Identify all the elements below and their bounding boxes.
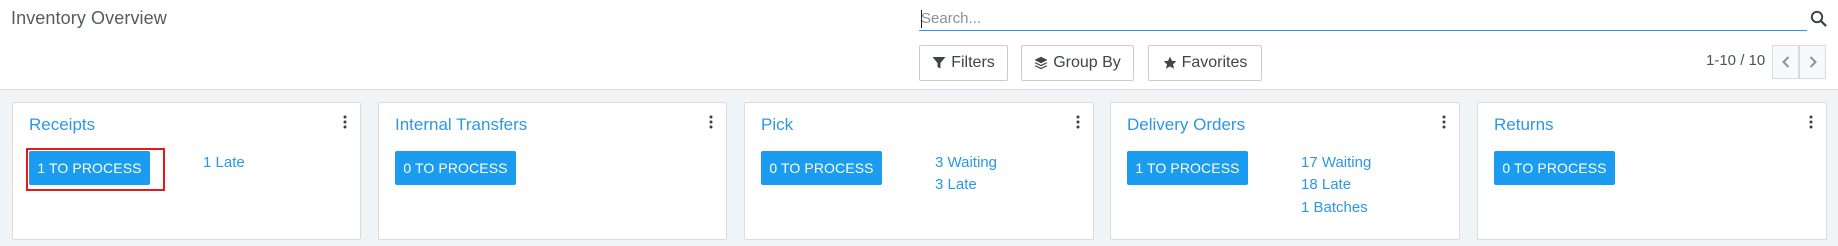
pager-next-button[interactable]: [1799, 45, 1826, 79]
waiting-link[interactable]: 17 Waiting: [1301, 154, 1371, 171]
chevron-right-icon: [1809, 56, 1817, 68]
card-title[interactable]: Returns: [1494, 115, 1554, 135]
card-title[interactable]: Delivery Orders: [1127, 115, 1245, 135]
card-pick: Pick 0 TO PROCESS 3 Waiting 3 Late: [744, 102, 1094, 240]
favorites-button[interactable]: Favorites: [1148, 45, 1262, 81]
search-icon[interactable]: [1810, 10, 1827, 27]
card-returns: Returns 0 TO PROCESS: [1477, 102, 1827, 240]
card-receipts: Receipts 1 TO PROCESS 1 Late: [12, 102, 361, 240]
search-bar[interactable]: [919, 7, 1807, 31]
late-link[interactable]: 1 Late: [203, 154, 245, 171]
batches-link[interactable]: 1 Batches: [1301, 199, 1368, 216]
chevron-left-icon: [1781, 56, 1789, 68]
card-title[interactable]: Receipts: [29, 115, 95, 135]
kebab-menu-icon[interactable]: [708, 115, 714, 129]
filters-label: Filters: [951, 54, 995, 71]
favorites-label: Favorites: [1181, 54, 1248, 71]
search-input[interactable]: [921, 9, 1781, 28]
late-link[interactable]: 3 Late: [935, 176, 977, 193]
kebab-menu-icon[interactable]: [1441, 115, 1447, 129]
to-process-button[interactable]: 0 TO PROCESS: [761, 151, 882, 185]
pager-value[interactable]: 1-10 / 10: [1706, 52, 1765, 69]
to-process-button[interactable]: 1 TO PROCESS: [1127, 151, 1248, 185]
group-by-label: Group By: [1053, 54, 1121, 71]
filters-button[interactable]: Filters: [919, 45, 1008, 81]
card-internal-transfers: Internal Transfers 0 TO PROCESS: [378, 102, 727, 240]
layers-icon: [1034, 56, 1048, 70]
filter-icon: [932, 57, 946, 69]
group-by-button[interactable]: Group By: [1021, 45, 1134, 81]
to-process-button[interactable]: 0 TO PROCESS: [395, 151, 516, 185]
page-title: Inventory Overview: [11, 8, 167, 28]
to-process-button[interactable]: 0 TO PROCESS: [1494, 151, 1615, 185]
pager-previous-button[interactable]: [1772, 45, 1799, 79]
star-icon: [1163, 56, 1176, 69]
card-delivery-orders: Delivery Orders 1 TO PROCESS 17 Waiting …: [1110, 102, 1460, 240]
card-title[interactable]: Pick: [761, 115, 793, 135]
to-process-button[interactable]: 1 TO PROCESS: [29, 151, 150, 185]
waiting-link[interactable]: 3 Waiting: [935, 154, 997, 171]
card-title[interactable]: Internal Transfers: [395, 115, 527, 135]
control-panel: Inventory Overview Filters Group By Favo…: [0, 0, 1838, 90]
kebab-menu-icon[interactable]: [1075, 115, 1081, 129]
late-link[interactable]: 18 Late: [1301, 176, 1351, 193]
kebab-menu-icon[interactable]: [342, 115, 348, 129]
text-cursor: [921, 10, 922, 28]
kebab-menu-icon[interactable]: [1808, 115, 1814, 129]
